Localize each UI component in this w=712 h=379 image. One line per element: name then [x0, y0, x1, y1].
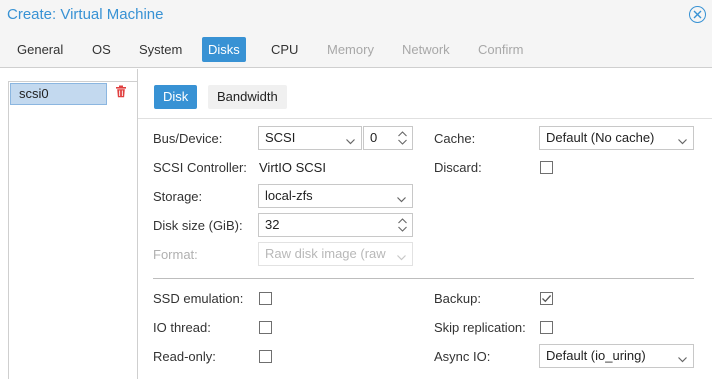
disk-size-value: 32 [265, 217, 280, 232]
backup-label: Backup: [434, 291, 481, 306]
discard-checkbox[interactable] [540, 161, 553, 174]
chevron-down-icon [345, 132, 356, 149]
ssd-emulation-label: SSD emulation: [153, 291, 244, 306]
read-only-checkbox[interactable] [259, 350, 272, 363]
ssd-emulation-checkbox[interactable] [259, 292, 272, 305]
tab-network: Network [402, 42, 450, 57]
io-thread-checkbox[interactable] [259, 321, 272, 334]
chevron-down-icon [396, 248, 407, 265]
disk-size-label: Disk size (GiB): [153, 218, 243, 233]
skip-replication-label: Skip replication: [434, 320, 526, 335]
window-titlebar: Create: Virtual Machine [0, 0, 712, 30]
subtab-bandwidth[interactable]: Bandwidth [208, 85, 287, 109]
tab-confirm: Confirm [478, 42, 524, 57]
disk-list: scsi0 [8, 81, 137, 379]
window-title: Create: Virtual Machine [7, 6, 164, 23]
read-only-label: Read-only: [153, 349, 216, 364]
chevron-down-icon [677, 350, 688, 367]
tab-system[interactable]: System [133, 37, 188, 62]
storage-select-value: local-zfs [265, 188, 313, 203]
cache-label: Cache: [434, 131, 476, 146]
io-thread-label: IO thread: [153, 320, 211, 335]
section-divider [153, 278, 694, 279]
storage-select[interactable]: local-zfs [258, 184, 413, 208]
device-number-stepper[interactable]: 0 [363, 126, 413, 150]
backup-checkbox[interactable] [540, 292, 553, 305]
tab-memory: Memory [327, 42, 374, 57]
async-io-select[interactable]: Default (io_uring) [539, 344, 694, 368]
bus-select-value: SCSI [265, 130, 296, 145]
cache-select-value: Default (No cache) [546, 130, 655, 145]
disk-list-panel: scsi0 [0, 69, 138, 379]
async-io-label: Async IO: [434, 349, 491, 364]
trash-icon[interactable] [115, 85, 127, 101]
tab-os[interactable]: OS [86, 37, 117, 62]
format-select-value: Raw disk image (raw [265, 246, 386, 261]
cache-select[interactable]: Default (No cache) [539, 126, 694, 150]
bus-select[interactable]: SCSI [258, 126, 362, 150]
chevron-down-icon [677, 132, 688, 149]
tab-general[interactable]: General [11, 37, 69, 62]
disk-size-stepper[interactable]: 32 [258, 213, 413, 237]
bus-device-label: Bus/Device: [153, 131, 223, 146]
spinner-icon[interactable] [397, 216, 408, 236]
spinner-icon[interactable] [397, 129, 408, 149]
tab-disks[interactable]: Disks [202, 37, 246, 62]
tab-cpu[interactable]: CPU [265, 37, 304, 62]
wizard-tabbar: General OS System Disks CPU Memory Netwo… [0, 30, 712, 68]
scsi-controller-label: SCSI Controller: [153, 160, 247, 175]
device-number-value: 0 [370, 130, 378, 145]
chevron-down-icon [396, 190, 407, 207]
close-icon[interactable] [689, 6, 706, 23]
subtab-disk[interactable]: Disk [154, 85, 198, 109]
skip-replication-checkbox[interactable] [540, 321, 553, 334]
async-io-select-value: Default (io_uring) [546, 348, 646, 363]
checkmark-icon [542, 295, 552, 303]
format-label: Format: [153, 247, 198, 262]
scsi-controller-value: VirtIO SCSI [259, 160, 326, 175]
subtab-divider [138, 118, 712, 119]
disk-list-item-scsi0[interactable]: scsi0 [10, 83, 107, 105]
format-select: Raw disk image (raw [258, 242, 413, 266]
storage-label: Storage: [153, 189, 203, 204]
discard-label: Discard: [434, 160, 482, 175]
